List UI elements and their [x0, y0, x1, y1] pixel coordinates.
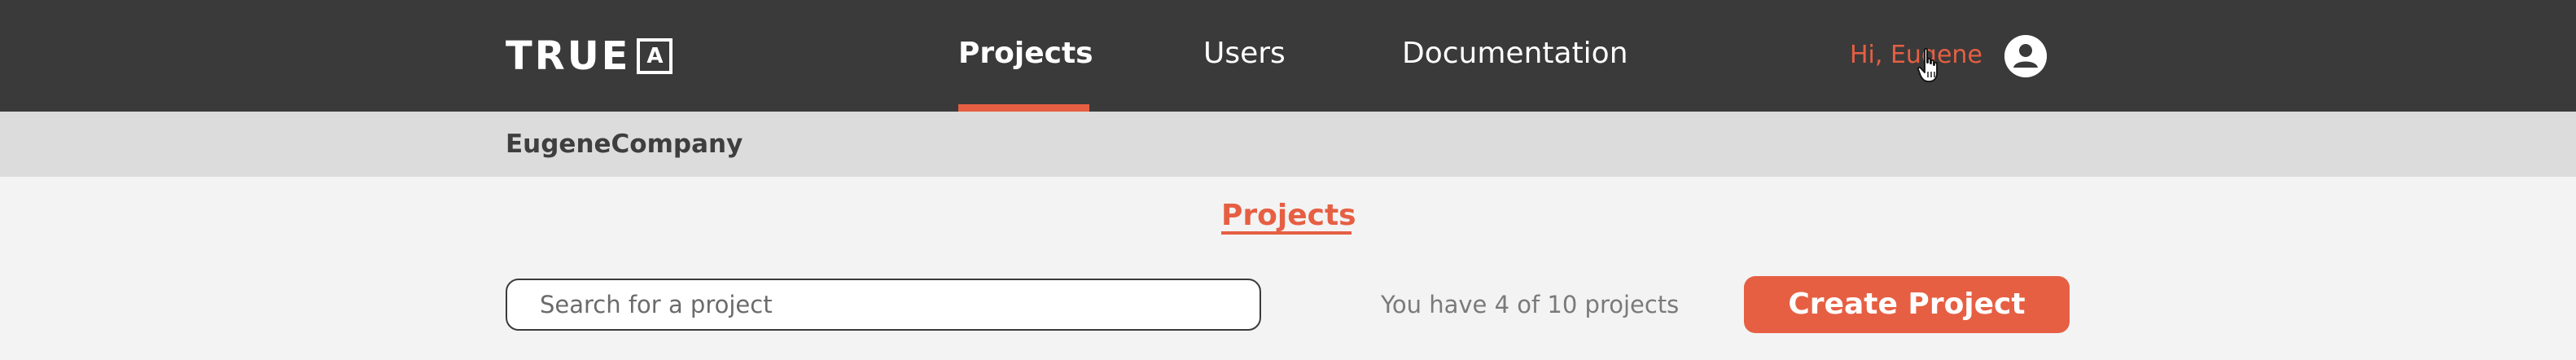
true-a-logo[interactable]: TRUE A [506, 33, 673, 79]
active-tab-indicator [958, 104, 1089, 112]
page-title: Projects [1221, 199, 1356, 232]
create-project-button[interactable]: Create Project [1744, 276, 2070, 333]
user-circle-icon [2004, 35, 2047, 77]
top-navigation-bar: TRUE A Projects Users Documentation Hi, … [0, 0, 2576, 112]
project-search-input[interactable] [506, 279, 1261, 331]
project-count-text: You have 4 of 10 projects [1381, 291, 1680, 318]
company-bar: EugeneCompany [0, 112, 2576, 177]
logo-mark: A [637, 38, 673, 74]
page-title-underline [1221, 231, 1352, 235]
hand-pointer-icon [1917, 47, 1940, 83]
company-name: EugeneCompany [506, 130, 743, 159]
nav-tab-projects[interactable]: Projects [958, 31, 1093, 77]
nav-tab-users[interactable]: Users [1203, 31, 1286, 77]
user-avatar-icon[interactable] [2004, 35, 2047, 77]
user-greeting[interactable]: Hi, Eugene [1850, 37, 1982, 73]
nav-tab-documentation[interactable]: Documentation [1402, 31, 1628, 77]
logo-text: TRUE [506, 33, 631, 79]
